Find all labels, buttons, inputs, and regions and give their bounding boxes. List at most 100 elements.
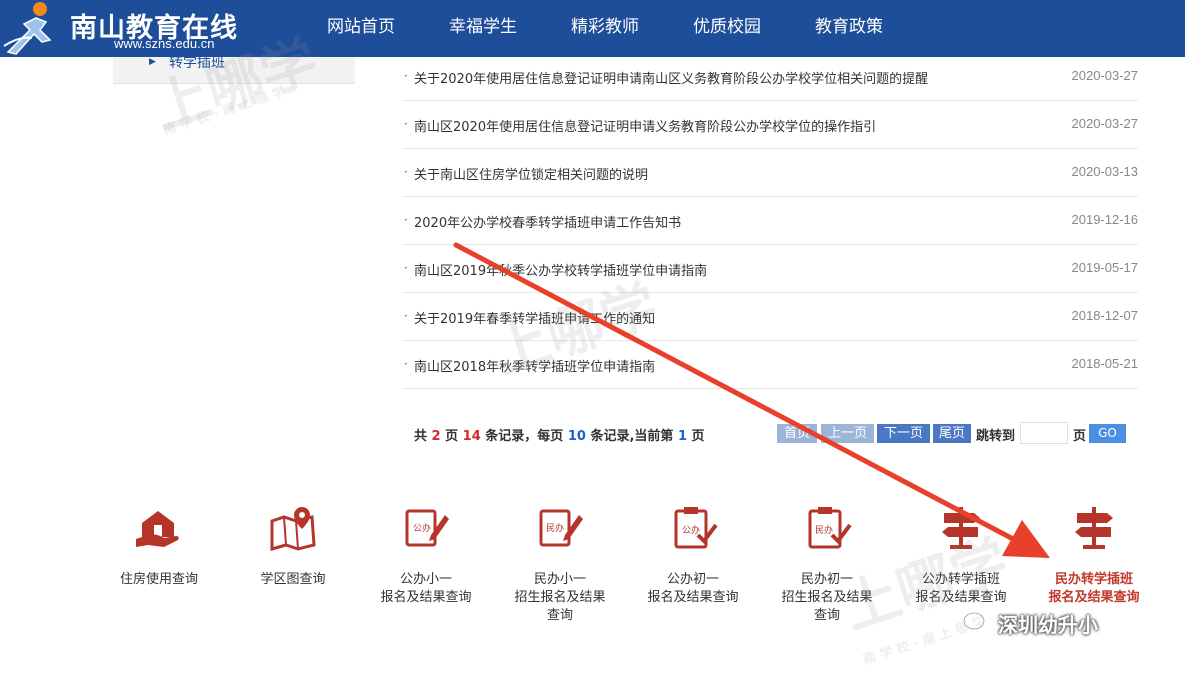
bullet-dot-icon: · — [404, 261, 408, 275]
label-line: 民办小一 — [533, 572, 586, 587]
jump-page-input[interactable] — [1020, 422, 1068, 444]
quick-link-public-transfer[interactable]: 公办转学插班 报名及结果查询 — [901, 505, 1021, 607]
news-date: 2019-05-17 — [1071, 260, 1139, 275]
quick-link-label: 民办初一招生报名及结果 查询 — [767, 571, 887, 625]
pager-text: 条记录，每页 — [485, 429, 564, 444]
site-url: www.szns.edu.cn — [114, 36, 215, 51]
wechat-account-name: 深圳幼升小 — [998, 612, 1098, 637]
prev-page-button[interactable]: 上一页 — [821, 424, 874, 443]
signpost-icon — [1075, 507, 1113, 549]
nav-item-policy[interactable]: 教育政策 — [788, 0, 910, 57]
last-page-button[interactable]: 尾页 — [933, 424, 971, 443]
news-row[interactable]: · 南山区2019年秋季公办学校转学插班学位申请指南 2019-05-17 — [404, 245, 1138, 293]
jump-to-label: 跳转到 — [976, 429, 1016, 444]
bullet-dot-icon: · — [404, 117, 408, 131]
news-row[interactable]: · 南山区2020年使用居住信息登记证明申请义务教育阶段公办学校学位的操作指引 … — [404, 101, 1138, 149]
news-title-link[interactable]: 关于南山区住房学位锁定相关问题的说明 — [414, 164, 648, 183]
next-page-button[interactable]: 下一页 — [877, 424, 930, 443]
news-title-link[interactable]: 2020年公办学校春季转学插班申请工作告知书 — [414, 212, 681, 231]
news-date: 2019-12-16 — [1071, 212, 1139, 227]
stamp-text: 民办 — [546, 522, 564, 534]
bullet-dot-icon: · — [404, 165, 408, 179]
pager-text: 条记录,当前第 — [590, 429, 674, 444]
quick-link-public-primary[interactable]: 公办 公办小一报名及结果查询 — [366, 505, 486, 607]
news-date: 2020-03-27 — [1071, 116, 1139, 131]
label-line: 公办小一 — [399, 572, 452, 587]
private-doc-pen-icon: 民办 — [539, 509, 583, 547]
news-title-link[interactable]: 南山区2020年使用居住信息登记证明申请义务教育阶段公办学校学位的操作指引 — [414, 116, 876, 135]
label-line: 招生报名及结果 — [514, 590, 606, 605]
bullet-dot-icon: · — [404, 213, 408, 227]
quick-link-public-junior[interactable]: 公办 公办初一报名及结果查询 — [633, 505, 753, 607]
stamp-text: 公办 — [413, 522, 431, 534]
pager-text: 页 — [445, 429, 459, 444]
news-date: 2018-12-07 — [1071, 308, 1139, 323]
pager-total-pages: 2 — [431, 429, 441, 444]
news-title-link[interactable]: 南山区2019年秋季公办学校转学插班学位申请指南 — [414, 260, 707, 279]
sidebar-item-label: 转学插班 — [169, 55, 225, 71]
first-page-button[interactable]: 首页 — [777, 424, 817, 443]
label-line: 公办转学插班 — [921, 572, 1000, 587]
signpost-icon — [942, 507, 980, 549]
bullet-dot-icon: · — [404, 69, 408, 83]
go-button[interactable]: GO — [1089, 424, 1126, 443]
news-row[interactable]: · 关于2019年春季转学插班申请工作的通知 2018-12-07 — [404, 293, 1138, 341]
private-clipboard-check-icon: 民办 — [808, 507, 852, 549]
news-title-link[interactable]: 关于2019年春季转学插班申请工作的通知 — [414, 308, 655, 327]
triangle-bullet-icon: ▶ — [149, 57, 156, 67]
pager-current-page: 1 — [677, 429, 687, 444]
nav-item-home[interactable]: 网站首页 — [300, 0, 422, 57]
quick-link-private-junior[interactable]: 民办 民办初一招生报名及结果 查询 — [767, 505, 887, 625]
news-row[interactable]: · 南山区2018年秋季转学插班学位申请指南 2018-05-21 — [404, 341, 1138, 389]
stamp-text: 民办 — [815, 524, 833, 536]
label-line: 查询 — [813, 608, 840, 623]
public-clipboard-check-icon: 公办 — [674, 507, 718, 549]
quick-link-private-transfer[interactable]: 民办转学插班 报名及结果查询 — [1034, 505, 1154, 607]
main-nav: 网站首页 幸福学生 精彩教师 优质校园 教育政策 — [300, 0, 910, 57]
quick-link-label: 公办初一报名及结果查询 — [633, 571, 753, 607]
quick-link-private-primary[interactable]: 民办 民办小一招生报名及结果 查询 — [500, 505, 620, 625]
news-title-link[interactable]: 南山区2018年秋季转学插班学位申请指南 — [414, 356, 655, 375]
watermark-subtext: 南 学 校 · 南 上 哪 学 — [161, 84, 288, 139]
nav-item-campus[interactable]: 优质校园 — [666, 0, 788, 57]
label-line: 报名及结果查询 — [380, 590, 472, 605]
site-header: 南山教育在线 www.szns.edu.cn 网站首页 幸福学生 精彩教师 优质… — [0, 0, 1185, 57]
label-line: 公办初一 — [666, 572, 719, 587]
news-title-link[interactable]: 关于2020年使用居住信息登记证明申请南山区义务教育阶段公办学校学位相关问题的提… — [414, 68, 928, 87]
pager-summary: 共 2 页 14 条记录，每页 10 条记录,当前第 1 页 — [414, 425, 705, 444]
label-line: 招生报名及结果 — [781, 590, 873, 605]
pager-per-page: 10 — [567, 429, 586, 444]
label-line: 报名及结果查询 — [1048, 590, 1140, 605]
label-line: 查询 — [546, 608, 573, 623]
label-line: 民办转学插班 — [1054, 572, 1133, 587]
label-line: 民办初一 — [800, 572, 853, 587]
wechat-icon — [962, 611, 992, 634]
quick-link-label: 民办小一招生报名及结果 查询 — [500, 571, 620, 625]
news-row[interactable]: · 关于南山区住房学位锁定相关问题的说明 2020-03-13 — [404, 149, 1138, 197]
news-row[interactable]: · 关于2020年使用居住信息登记证明申请南山区义务教育阶段公办学校学位相关问题… — [404, 53, 1138, 101]
news-list: · 关于2020年使用居住信息登记证明申请南山区义务教育阶段公办学校学位相关问题… — [404, 53, 1138, 389]
runner-logo-icon — [3, 2, 52, 55]
label-line: 报名及结果查询 — [647, 590, 739, 605]
quick-link-housing[interactable]: 住房使用查询 — [99, 505, 219, 589]
quick-link-label: 住房使用查询 — [119, 572, 198, 587]
bullet-dot-icon: · — [404, 309, 408, 323]
news-date: 2020-03-27 — [1071, 68, 1139, 83]
map-pin-icon — [270, 507, 316, 551]
stamp-text: 公办 — [682, 524, 700, 536]
news-row[interactable]: · 2020年公办学校春季转学插班申请工作告知书 2019-12-16 — [404, 197, 1138, 245]
news-date: 2020-03-13 — [1071, 164, 1139, 179]
wechat-account-tag: 深圳幼升小 — [962, 610, 1098, 637]
site-logo[interactable]: 南山教育在线 www.szns.edu.cn — [2, 0, 302, 57]
news-date: 2018-05-21 — [1071, 356, 1139, 371]
sidebar-item-transfer[interactable]: ▶ 转学插班 — [113, 55, 355, 84]
pager-text: 共 — [414, 429, 428, 444]
bullet-dot-icon: · — [404, 357, 408, 371]
quick-link-district-map[interactable]: 学区图查询 — [233, 505, 353, 589]
nav-item-teachers[interactable]: 精彩教师 — [544, 0, 666, 57]
page-unit-label: 页 — [1073, 429, 1087, 444]
nav-item-students[interactable]: 幸福学生 — [422, 0, 544, 57]
pager-text: 页 — [691, 429, 705, 444]
label-line: 报名及结果查询 — [915, 590, 1007, 605]
quick-link-label: 民办转学插班 报名及结果查询 — [1034, 571, 1154, 607]
